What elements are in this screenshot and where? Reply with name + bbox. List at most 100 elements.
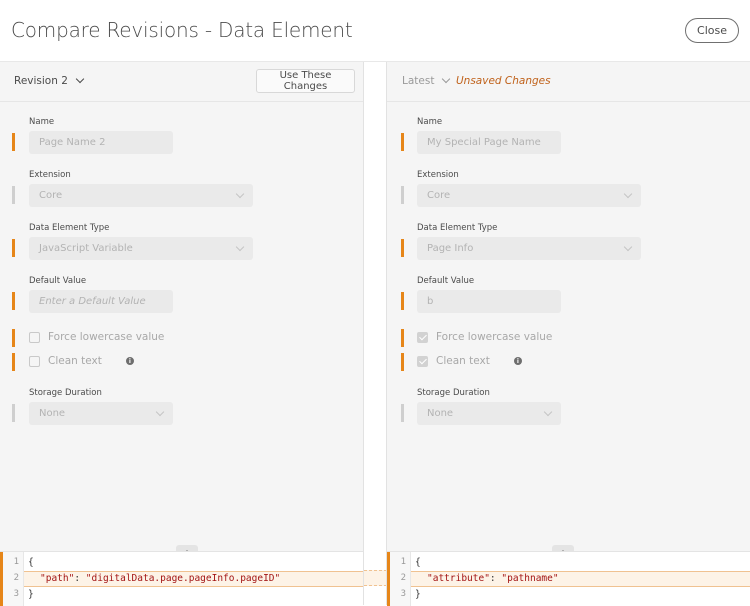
default-value-label: Default Value [417,276,475,286]
type-select[interactable]: JavaScript Variable [29,237,253,260]
extension-select[interactable]: Core [417,184,641,207]
type-select[interactable]: Page Info [417,237,641,260]
code-line: } [28,589,34,600]
chevron-down-icon [235,242,245,252]
chevron-down-icon [442,74,451,84]
revision-select[interactable]: Latest [402,74,451,87]
json-value: "pathname" [501,573,559,584]
name-field[interactable]: My Special Page Name [417,131,561,154]
close-button[interactable]: Close [685,18,739,43]
change-marker [12,133,15,151]
extension-select[interactable]: Core [29,184,253,207]
chevron-down-icon [623,242,633,252]
code-line: "path": "digitalData.page.pageInfo.pageI… [40,573,280,584]
storage-duration-label: Storage Duration [417,388,490,398]
storage-duration-label: Storage Duration [29,388,102,398]
name-field[interactable]: Page Name 2 [29,131,173,154]
name-label: Name [29,117,55,127]
change-marker [401,133,404,151]
revision-select-label: Revision 2 [14,75,68,87]
force-lowercase-row[interactable]: Force lowercase value [417,331,552,343]
storage-duration-select[interactable]: None [29,402,173,425]
left-panel-toolbar: Revision 2 Use These Changes [0,62,363,102]
code-editor[interactable]: 1 2 3 { "attribute": "pathname" } [387,551,750,606]
change-marker [12,239,15,257]
line-gutter: 1 2 3 [390,552,411,606]
type-value: Page Info [427,243,474,254]
right-revision-panel: Latest Unsaved Changes Name My Special P… [386,62,750,606]
extension-label: Extension [417,170,459,180]
line-number: 2 [400,573,406,583]
change-marker [401,329,404,347]
changed-line-connector [364,570,387,586]
json-separator: : [74,573,86,584]
info-icon[interactable]: i [513,357,522,365]
dialog-header: Compare Revisions - Data Element Close [0,0,750,62]
page-title: Compare Revisions - Data Element [11,18,353,42]
type-label: Data Element Type [417,223,498,233]
storage-duration-value: None [427,408,454,419]
line-gutter: 1 2 3 [3,552,24,606]
gap-code-area [364,551,387,605]
json-value: "digitalData.page.pageInfo.pageID" [85,573,281,584]
force-lowercase-row[interactable]: Force lowercase value [29,331,164,343]
panel-divider [363,62,387,605]
clean-text-checkbox[interactable] [417,355,428,367]
chevron-down-icon [235,189,245,199]
code-line: "attribute": "pathname" [427,573,559,584]
change-marker [12,292,15,310]
json-key: "path" [40,573,75,584]
storage-duration-value: None [39,408,66,419]
extension-value: Core [427,190,451,201]
extension-value: Core [39,190,63,201]
info-icon[interactable]: i [125,357,134,365]
chevron-down-icon [543,407,553,417]
clean-text-label: Clean text [48,355,102,367]
change-marker [12,353,15,371]
default-value-field[interactable]: b [417,290,561,313]
chevron-down-icon [623,189,633,199]
clean-text-row[interactable]: Clean text i [29,355,134,367]
code-line: { [28,557,34,568]
change-marker [401,292,404,310]
line-number: 3 [13,589,19,599]
unsaved-changes-status: Unsaved Changes [456,75,551,87]
name-label: Name [417,117,443,127]
unchanged-marker [401,404,404,422]
force-lowercase-label: Force lowercase value [436,331,553,343]
force-lowercase-label: Force lowercase value [48,331,165,343]
code-line: } [415,589,421,600]
type-value: JavaScript Variable [39,243,133,254]
line-number: 3 [400,589,406,599]
json-key: "attribute" [427,573,490,584]
revision-select[interactable]: Revision 2 [14,74,85,87]
line-number: 1 [13,557,19,567]
change-marker [401,353,404,371]
extension-label: Extension [29,170,71,180]
line-number: 1 [400,557,406,567]
use-these-changes-button[interactable]: Use These Changes [256,69,355,93]
line-number: 2 [13,573,19,583]
left-revision-panel: Revision 2 Use These Changes Name Page N… [0,62,363,606]
unchanged-marker [401,186,404,204]
unchanged-marker [12,404,15,422]
unchanged-marker [12,186,15,204]
default-value-label: Default Value [29,276,87,286]
clean-text-checkbox[interactable] [29,355,40,367]
change-marker [12,329,15,347]
code-line: { [415,557,421,568]
force-lowercase-checkbox[interactable] [29,331,40,343]
clean-text-row[interactable]: Clean text i [417,355,522,367]
storage-duration-select[interactable]: None [417,402,561,425]
json-separator: : [489,573,502,584]
change-marker [401,239,404,257]
chevron-down-icon [75,74,85,84]
force-lowercase-checkbox[interactable] [417,331,428,343]
code-editor[interactable]: 1 2 3 { "path": "digitalData.page.pageIn… [0,551,363,606]
clean-text-label: Clean text [436,355,490,367]
right-panel-toolbar: Latest Unsaved Changes [387,62,750,102]
default-value-field[interactable]: Enter a Default Value [29,290,173,313]
chevron-down-icon [155,407,165,417]
revision-select-label: Latest [402,75,435,87]
type-label: Data Element Type [29,223,110,233]
